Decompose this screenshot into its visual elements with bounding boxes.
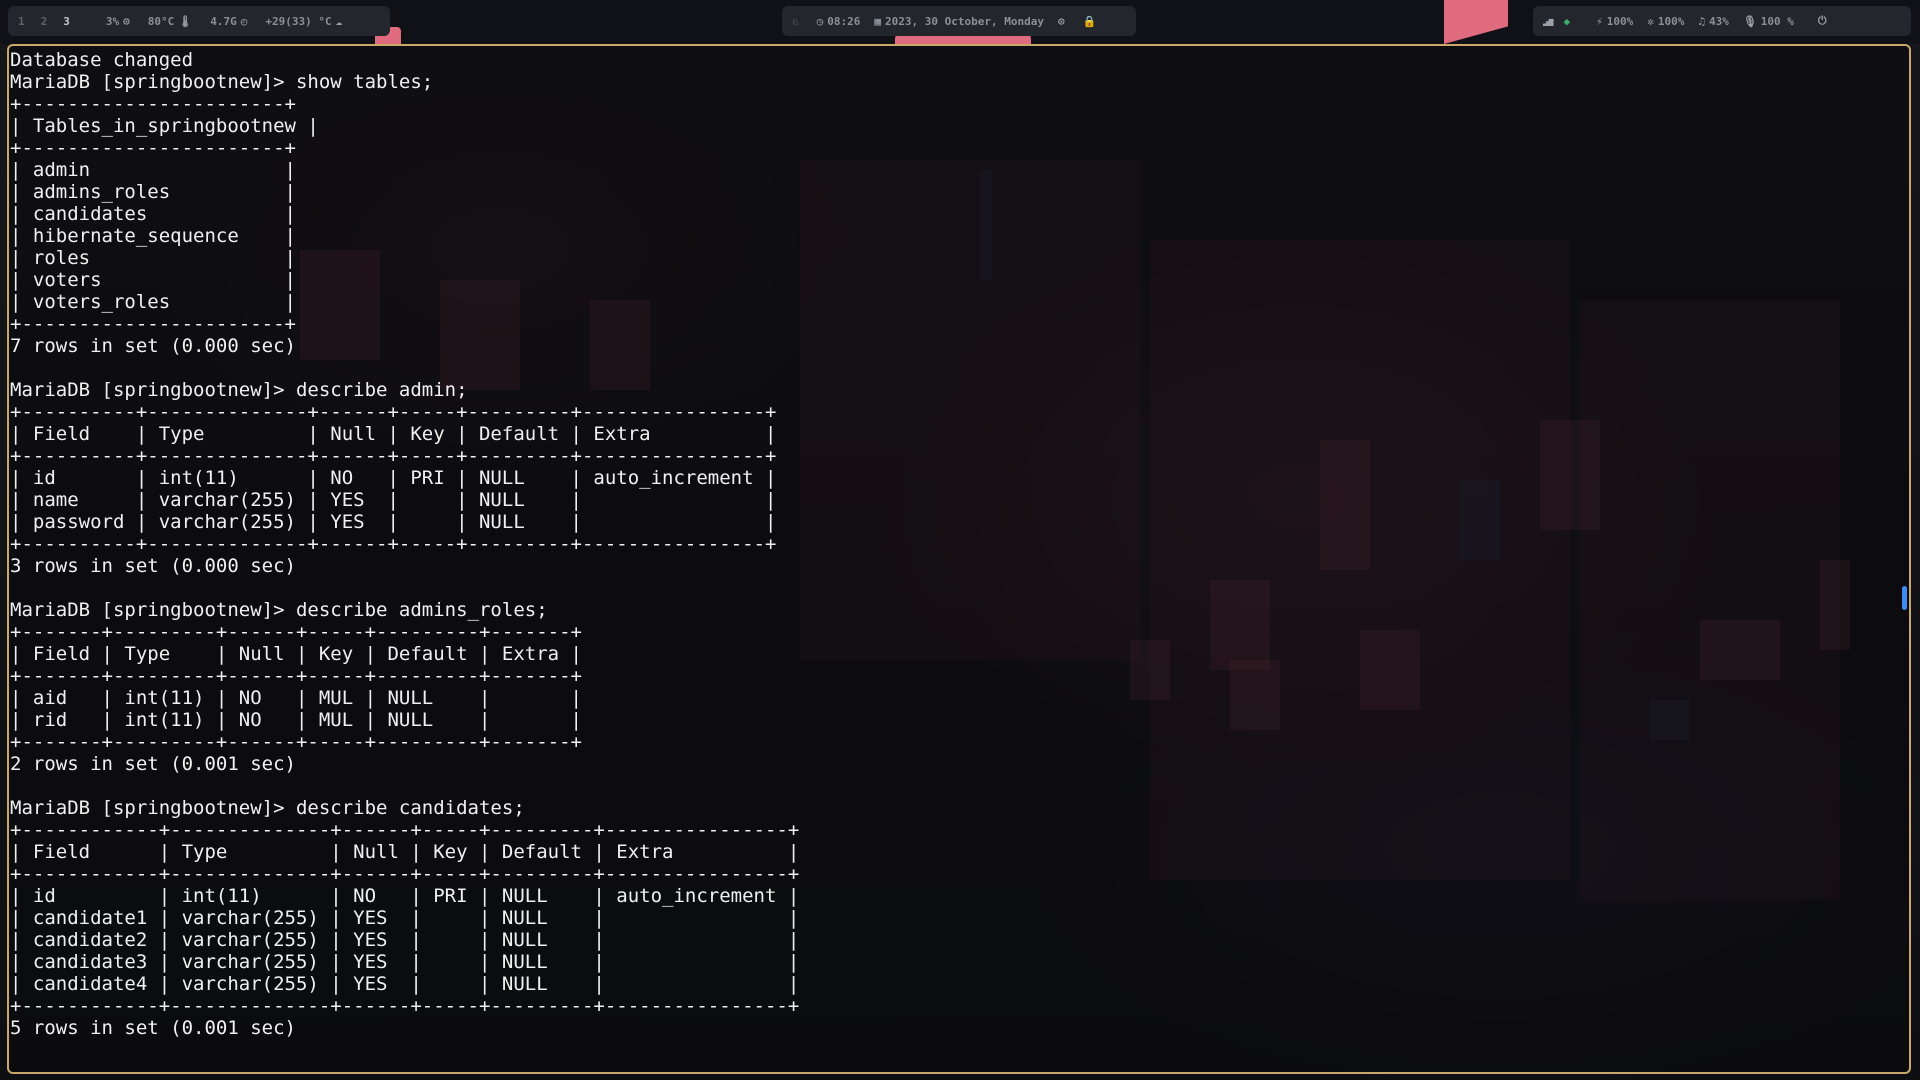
terminal-line: | rid | int(11) | NO | MUL | NULL | | xyxy=(10,709,582,731)
terminal-window[interactable]: Database changed MariaDB [springbootnew]>… xyxy=(7,44,1911,1074)
terminal-line: MariaDB [springbootnew]> describe admins… xyxy=(10,599,548,621)
terminal-line: +----------+--------------+------+-----+… xyxy=(10,533,777,555)
terminal-line: +------------+--------------+------+----… xyxy=(10,863,800,885)
terminal-output[interactable]: Database changed MariaDB [springbootnew]>… xyxy=(10,49,799,1039)
terminal-line: | password | varchar(255) | YES | | NULL… xyxy=(10,511,777,533)
left-status-module: 1 2 3 3% ⊙ 80°C 🌡 4.7G ◴ +29(33) °C ☁ xyxy=(8,6,390,36)
terminal-line: | candidate2 | varchar(255) | YES | | NU… xyxy=(10,929,800,951)
terminal-line: | aid | int(11) | NO | MUL | NULL | | xyxy=(10,687,582,709)
cpu-usage: 3% ⊙ xyxy=(105,14,130,28)
cpu-temperature: 80°C 🌡 xyxy=(147,14,193,28)
terminal-line: +----------+--------------+------+-----+… xyxy=(10,445,777,467)
terminal-line: 5 rows in set (0.001 sec) xyxy=(10,1017,296,1039)
thermometer-icon: 🌡 xyxy=(178,14,193,28)
terminal-line: Database changed xyxy=(10,49,194,71)
lock-icon[interactable]: 🔒 xyxy=(1083,15,1097,28)
terminal-line: | Field | Type | Null | Key | Default | … xyxy=(10,841,800,863)
terminal-line: 7 rows in set (0.000 sec) xyxy=(10,335,296,357)
brightness-status[interactable]: ✲ 100% xyxy=(1647,15,1684,28)
terminal-line: +-------+---------+------+-----+--------… xyxy=(10,665,582,687)
terminal-line: MariaDB [springbootnew]> describe candid… xyxy=(10,797,525,819)
terminal-line: +-------+---------+------+-----+--------… xyxy=(10,621,582,643)
calendar-icon: ▦ xyxy=(874,14,881,28)
terminal-line: | hibernate_sequence | xyxy=(10,225,296,247)
memory-usage: 4.7G ◴ xyxy=(210,14,248,28)
terminal-line: | voters_roles | xyxy=(10,291,296,313)
app-icon[interactable]: ◆ xyxy=(1563,15,1570,28)
terminal-line: MariaDB [springbootnew]> show tables; xyxy=(10,71,434,93)
accent-decoration-right xyxy=(1444,0,1508,44)
clock-icon: ◷ xyxy=(816,14,824,28)
right-status-module: ▂▄▆ ◆ ⚡ 100% ✲ 100% ♫ 43% 🎙 100 % ⏻ xyxy=(1533,6,1911,36)
terminal-scrollbar-thumb[interactable] xyxy=(1902,586,1907,610)
record-icon[interactable]: ⊙ xyxy=(1058,15,1065,28)
terminal-line: | candidates | xyxy=(10,203,296,225)
microphone-status[interactable]: 🎙 100 % xyxy=(1743,15,1794,28)
clock[interactable]: ◷ 08:26 xyxy=(817,15,861,28)
terminal-line: | voters | xyxy=(10,269,296,291)
bluetooth-headphones-icon: ♫ xyxy=(1698,14,1705,28)
terminal-line: +------------+--------------+------+----… xyxy=(10,819,800,841)
workspace-button-2[interactable]: 2 xyxy=(41,15,48,28)
notification-icon[interactable]: ♘ xyxy=(792,15,799,28)
battery-status[interactable]: ⚡ 100% xyxy=(1596,15,1633,28)
power-icon[interactable]: ⏻ xyxy=(1818,14,1827,28)
terminal-line: 3 rows in set (0.000 sec) xyxy=(10,555,296,577)
terminal-line: MariaDB [springbootnew]> describe admin; xyxy=(10,379,468,401)
memory-icon: ◴ xyxy=(240,14,248,28)
center-clock-module: ♘ ◷ 08:26 ▦ 2023, 30 October, Monday ⊙ 🔒 xyxy=(782,6,1136,36)
terminal-line: | roles | xyxy=(10,247,296,269)
brightness-icon: ✲ xyxy=(1647,14,1654,28)
weather-status[interactable]: +29(33) °C ☁ xyxy=(265,15,346,28)
headphones-battery-status[interactable]: ♫ 43% xyxy=(1698,15,1729,28)
terminal-line: +------------+--------------+------+----… xyxy=(10,995,800,1017)
terminal-line: | id | int(11) | NO | PRI | NULL | auto_… xyxy=(10,885,800,907)
terminal-line: | candidate3 | varchar(255) | YES | | NU… xyxy=(10,951,800,973)
terminal-line: +-----------------------+ xyxy=(10,313,296,335)
terminal-line: | Field | Type | Null | Key | Default | … xyxy=(10,643,582,665)
terminal-line: | Tables_in_springbootnew | xyxy=(10,115,319,137)
top-status-bar: 1 2 3 3% ⊙ 80°C 🌡 4.7G ◴ +29(33) °C ☁ ♘ … xyxy=(0,0,1920,44)
date[interactable]: ▦ 2023, 30 October, Monday xyxy=(874,15,1044,28)
terminal-line: +-------+---------+------+-----+--------… xyxy=(10,731,582,753)
terminal-line: | candidate4 | varchar(255) | YES | | NU… xyxy=(10,973,800,995)
weather-icon: ☁ xyxy=(335,14,343,28)
workspace-button-1[interactable]: 1 xyxy=(18,15,25,28)
battery-icon: ⚡ xyxy=(1596,14,1603,28)
terminal-line: | id | int(11) | NO | PRI | NULL | auto_… xyxy=(10,467,777,489)
terminal-line: | admin | xyxy=(10,159,296,181)
terminal-line: +-----------------------+ xyxy=(10,137,296,159)
terminal-line: +-----------------------+ xyxy=(10,93,296,115)
terminal-line: | Field | Type | Null | Key | Default | … xyxy=(10,423,777,445)
workspace-button-3[interactable]: 3 xyxy=(63,15,70,28)
cpu-icon: ⊙ xyxy=(123,14,130,28)
signal-icon[interactable]: ▂▄▆ xyxy=(1543,17,1554,26)
terminal-line: 2 rows in set (0.001 sec) xyxy=(10,753,296,775)
terminal-line: | candidate1 | varchar(255) | YES | | NU… xyxy=(10,907,800,929)
terminal-line: | name | varchar(255) | YES | | NULL | | xyxy=(10,489,777,511)
terminal-line: +----------+--------------+------+-----+… xyxy=(10,401,777,423)
terminal-line: | admins_roles | xyxy=(10,181,296,203)
microphone-icon: 🎙 xyxy=(1742,14,1757,28)
